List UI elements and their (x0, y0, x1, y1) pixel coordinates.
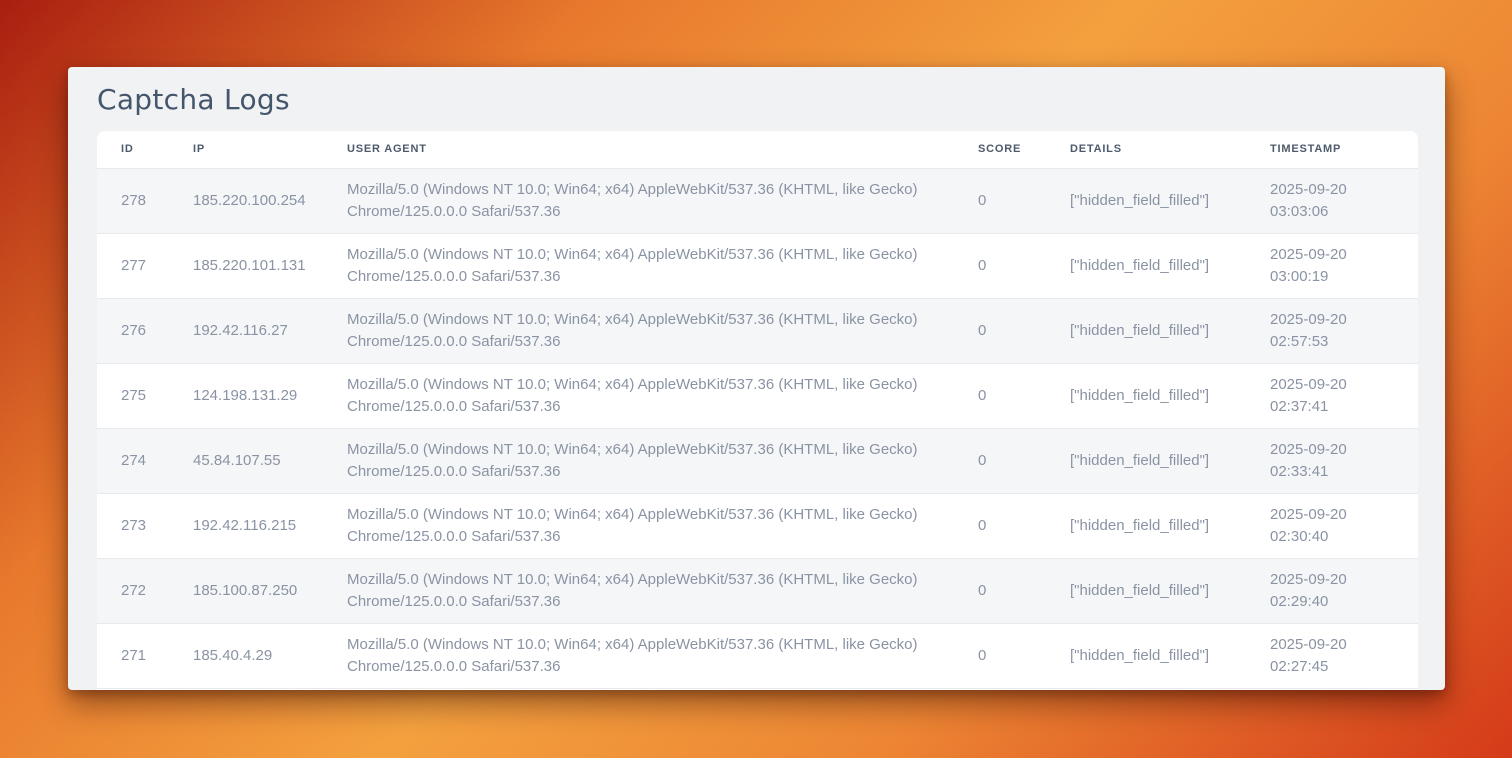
cell-details: ["hidden_field_filled"] (1046, 168, 1246, 233)
cell-details: ["hidden_field_filled"] (1046, 298, 1246, 363)
cell-details: ["hidden_field_filled"] (1046, 623, 1246, 688)
cell-details: ["hidden_field_filled"] (1046, 558, 1246, 623)
column-header-score: SCORE (954, 131, 1046, 168)
cell-timestamp: 2025-09-20 02:33:41 (1246, 428, 1418, 493)
cell-id: 278 (97, 168, 169, 233)
cell-ip: 192.42.116.215 (169, 493, 323, 558)
captcha-logs-card: Captcha Logs ID IP USER AGENT SCORE DETA… (68, 67, 1445, 690)
table-header: ID IP USER AGENT SCORE DETAILS TIMESTAMP (97, 131, 1418, 168)
cell-user-agent: Mozilla/5.0 (Windows NT 10.0; Win64; x64… (323, 558, 954, 623)
table-row: 272 185.100.87.250 Mozilla/5.0 (Windows … (97, 558, 1418, 623)
cell-details: ["hidden_field_filled"] (1046, 233, 1246, 298)
cell-score: 0 (954, 428, 1046, 493)
cell-timestamp: 2025-09-20 03:00:19 (1246, 233, 1418, 298)
cell-timestamp: 2025-09-20 02:29:40 (1246, 558, 1418, 623)
cell-score: 0 (954, 363, 1046, 428)
cell-score: 0 (954, 493, 1046, 558)
cell-score: 0 (954, 233, 1046, 298)
cell-id: 272 (97, 558, 169, 623)
cell-timestamp: 2025-09-20 02:57:53 (1246, 298, 1418, 363)
cell-user-agent: Mozilla/5.0 (Windows NT 10.0; Win64; x64… (323, 363, 954, 428)
cell-details: ["hidden_field_filled"] (1046, 493, 1246, 558)
cell-id: 273 (97, 493, 169, 558)
cell-details: ["hidden_field_filled"] (1046, 363, 1246, 428)
cell-user-agent: Mozilla/5.0 (Windows NT 10.0; Win64; x64… (323, 493, 954, 558)
column-header-user-agent: USER AGENT (323, 131, 954, 168)
cell-timestamp: 2025-09-20 03:03:06 (1246, 168, 1418, 233)
cell-ip: 185.220.101.131 (169, 233, 323, 298)
page-title: Captcha Logs (97, 67, 1418, 131)
column-header-details: DETAILS (1046, 131, 1246, 168)
cell-user-agent: Mozilla/5.0 (Windows NT 10.0; Win64; x64… (323, 623, 954, 688)
table-row: 278 185.220.100.254 Mozilla/5.0 (Windows… (97, 168, 1418, 233)
cell-id: 271 (97, 623, 169, 688)
cell-timestamp: 2025-09-20 02:37:41 (1246, 363, 1418, 428)
cell-ip: 124.198.131.29 (169, 363, 323, 428)
cell-id: 275 (97, 363, 169, 428)
cell-score: 0 (954, 298, 1046, 363)
cell-score: 0 (954, 168, 1046, 233)
cell-timestamp: 2025-09-20 02:27:45 (1246, 623, 1418, 688)
cell-id: 276 (97, 298, 169, 363)
column-header-timestamp: TIMESTAMP (1246, 131, 1418, 168)
cell-ip: 45.84.107.55 (169, 428, 323, 493)
cell-user-agent: Mozilla/5.0 (Windows NT 10.0; Win64; x64… (323, 233, 954, 298)
captcha-logs-table: ID IP USER AGENT SCORE DETAILS TIMESTAMP… (97, 131, 1418, 689)
cell-score: 0 (954, 623, 1046, 688)
cell-ip: 185.40.4.29 (169, 623, 323, 688)
cell-details: ["hidden_field_filled"] (1046, 428, 1246, 493)
table-row: 276 192.42.116.27 Mozilla/5.0 (Windows N… (97, 298, 1418, 363)
column-header-ip: IP (169, 131, 323, 168)
cell-user-agent: Mozilla/5.0 (Windows NT 10.0; Win64; x64… (323, 168, 954, 233)
table-body: 278 185.220.100.254 Mozilla/5.0 (Windows… (97, 168, 1418, 688)
cell-score: 0 (954, 558, 1046, 623)
cell-ip: 185.100.87.250 (169, 558, 323, 623)
cell-user-agent: Mozilla/5.0 (Windows NT 10.0; Win64; x64… (323, 298, 954, 363)
cell-user-agent: Mozilla/5.0 (Windows NT 10.0; Win64; x64… (323, 428, 954, 493)
column-header-id: ID (97, 131, 169, 168)
cell-id: 274 (97, 428, 169, 493)
cell-id: 277 (97, 233, 169, 298)
table-row: 274 45.84.107.55 Mozilla/5.0 (Windows NT… (97, 428, 1418, 493)
logs-table-container: ID IP USER AGENT SCORE DETAILS TIMESTAMP… (97, 131, 1418, 690)
table-row: 271 185.40.4.29 Mozilla/5.0 (Windows NT … (97, 623, 1418, 688)
table-row: 275 124.198.131.29 Mozilla/5.0 (Windows … (97, 363, 1418, 428)
table-row: 277 185.220.101.131 Mozilla/5.0 (Windows… (97, 233, 1418, 298)
table-row: 273 192.42.116.215 Mozilla/5.0 (Windows … (97, 493, 1418, 558)
cell-ip: 192.42.116.27 (169, 298, 323, 363)
cell-ip: 185.220.100.254 (169, 168, 323, 233)
cell-timestamp: 2025-09-20 02:30:40 (1246, 493, 1418, 558)
